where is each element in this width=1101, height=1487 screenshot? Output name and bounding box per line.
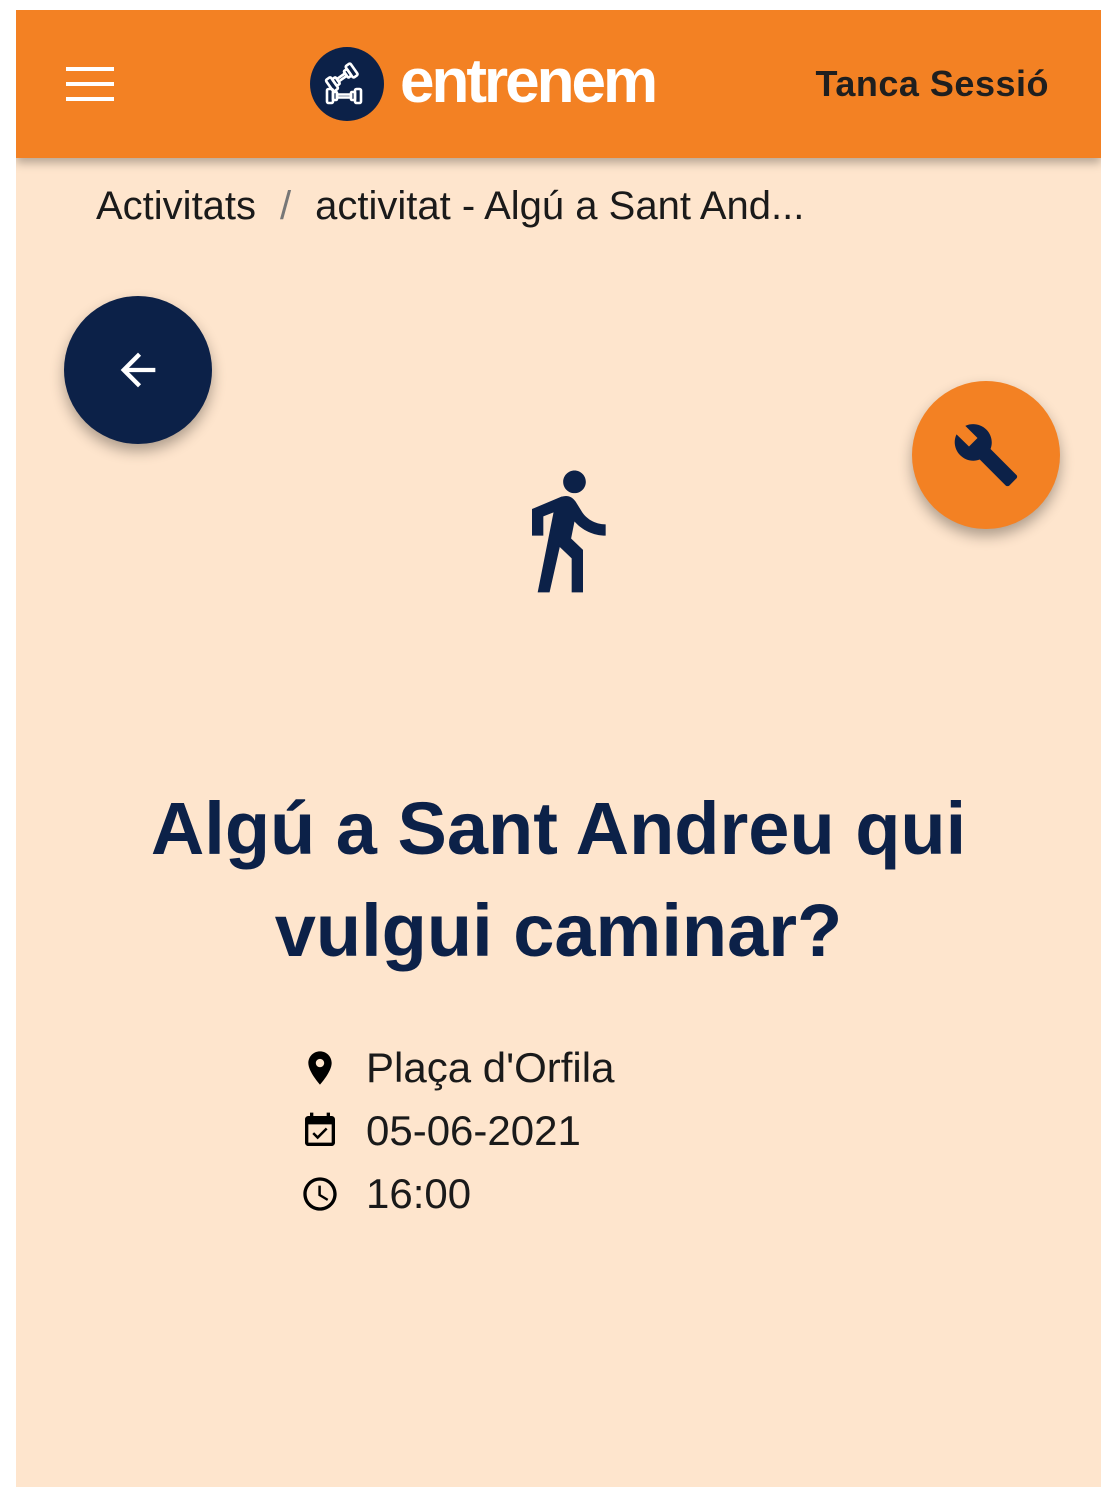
breadcrumb: Activitats / activitat - Algú a Sant And… xyxy=(96,180,804,232)
back-button[interactable] xyxy=(64,296,212,444)
wrench-icon xyxy=(954,424,1018,487)
breadcrumb-separator: / xyxy=(280,183,292,228)
date-text: 05-06-2021 xyxy=(366,1106,581,1154)
location-row: Plaça d'Orfila xyxy=(298,1036,614,1099)
hamburger-menu-icon xyxy=(66,67,114,101)
activity-screen: entrenem Tanca Sessió Activitats / activ… xyxy=(16,10,1101,1487)
logo-badge xyxy=(310,47,384,121)
arrow-left-icon xyxy=(120,352,156,388)
location-text: Plaça d'Orfila xyxy=(366,1043,615,1091)
breadcrumb-current: activitat - Algú a Sant And... xyxy=(315,183,805,228)
menu-button[interactable] xyxy=(60,54,120,114)
logout-button[interactable]: Tanca Sessió xyxy=(816,60,1049,108)
time-row: 16:00 xyxy=(298,1162,614,1225)
activity-title-line-2: vulgui caminar? xyxy=(274,889,843,972)
date-row: 05-06-2021 xyxy=(298,1099,614,1162)
location-pin-icon xyxy=(298,1046,342,1090)
time-text: 16:00 xyxy=(366,1169,472,1217)
dumbbell-icon xyxy=(324,62,363,105)
clock-icon xyxy=(298,1172,342,1216)
walking-person-icon xyxy=(498,442,634,618)
edit-activity-button[interactable] xyxy=(912,381,1060,529)
activity-title-line-1: Algú a Sant Andreu qui xyxy=(150,787,967,870)
breadcrumb-activities-link[interactable]: Activitats xyxy=(96,184,256,229)
activity-title: Algú a Sant Andreu qui vulgui caminar? xyxy=(16,778,1101,982)
app-logo-text: entrenem xyxy=(400,47,658,116)
activity-details: Plaça d'Orfila 05-06-2021 16:00 xyxy=(298,1036,614,1225)
app-bar: entrenem Tanca Sessió xyxy=(16,10,1101,158)
calendar-check-icon xyxy=(298,1109,342,1153)
